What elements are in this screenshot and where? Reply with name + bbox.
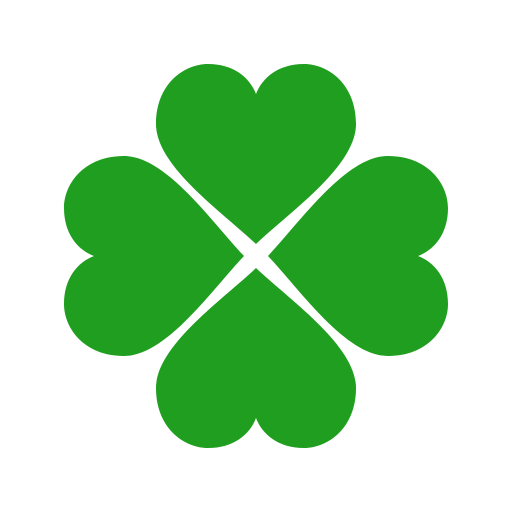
- four-leaf-clover-icon: [64, 64, 448, 448]
- clover-canvas: [0, 0, 512, 512]
